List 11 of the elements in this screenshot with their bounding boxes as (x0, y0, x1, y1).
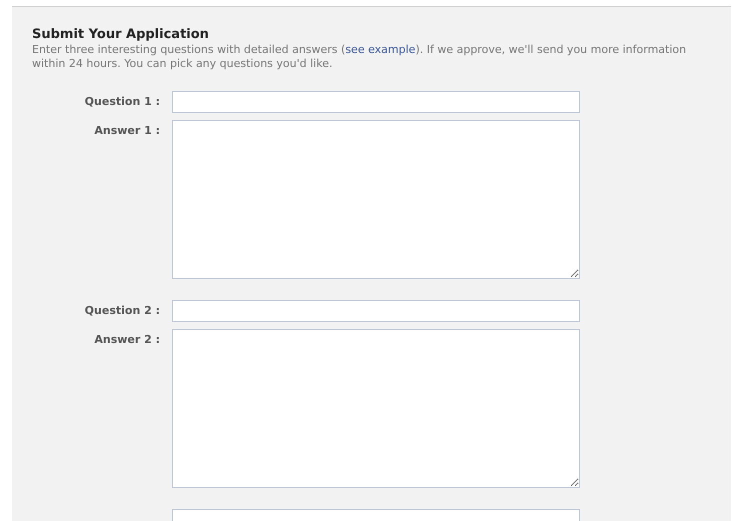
answer-textarea[interactable] (172, 329, 580, 488)
answer-label: Answer 1 : (94, 124, 160, 137)
question-label: Question 2 : (84, 304, 160, 317)
instructions-text: Enter three interesting questions with detailed answers (see example). If we approve, we'll send you more information within 24 hours. You can pick any questions you'd like. (32, 43, 688, 71)
see-example-link[interactable]: see example (345, 43, 416, 56)
question-input[interactable] (172, 91, 580, 113)
question-input[interactable] (172, 300, 580, 322)
answer-textarea[interactable] (172, 120, 580, 279)
answer-label: Answer 2 : (94, 333, 160, 346)
question-label: Question 1 : (84, 95, 160, 108)
form-title: Submit Your Application (32, 27, 210, 43)
